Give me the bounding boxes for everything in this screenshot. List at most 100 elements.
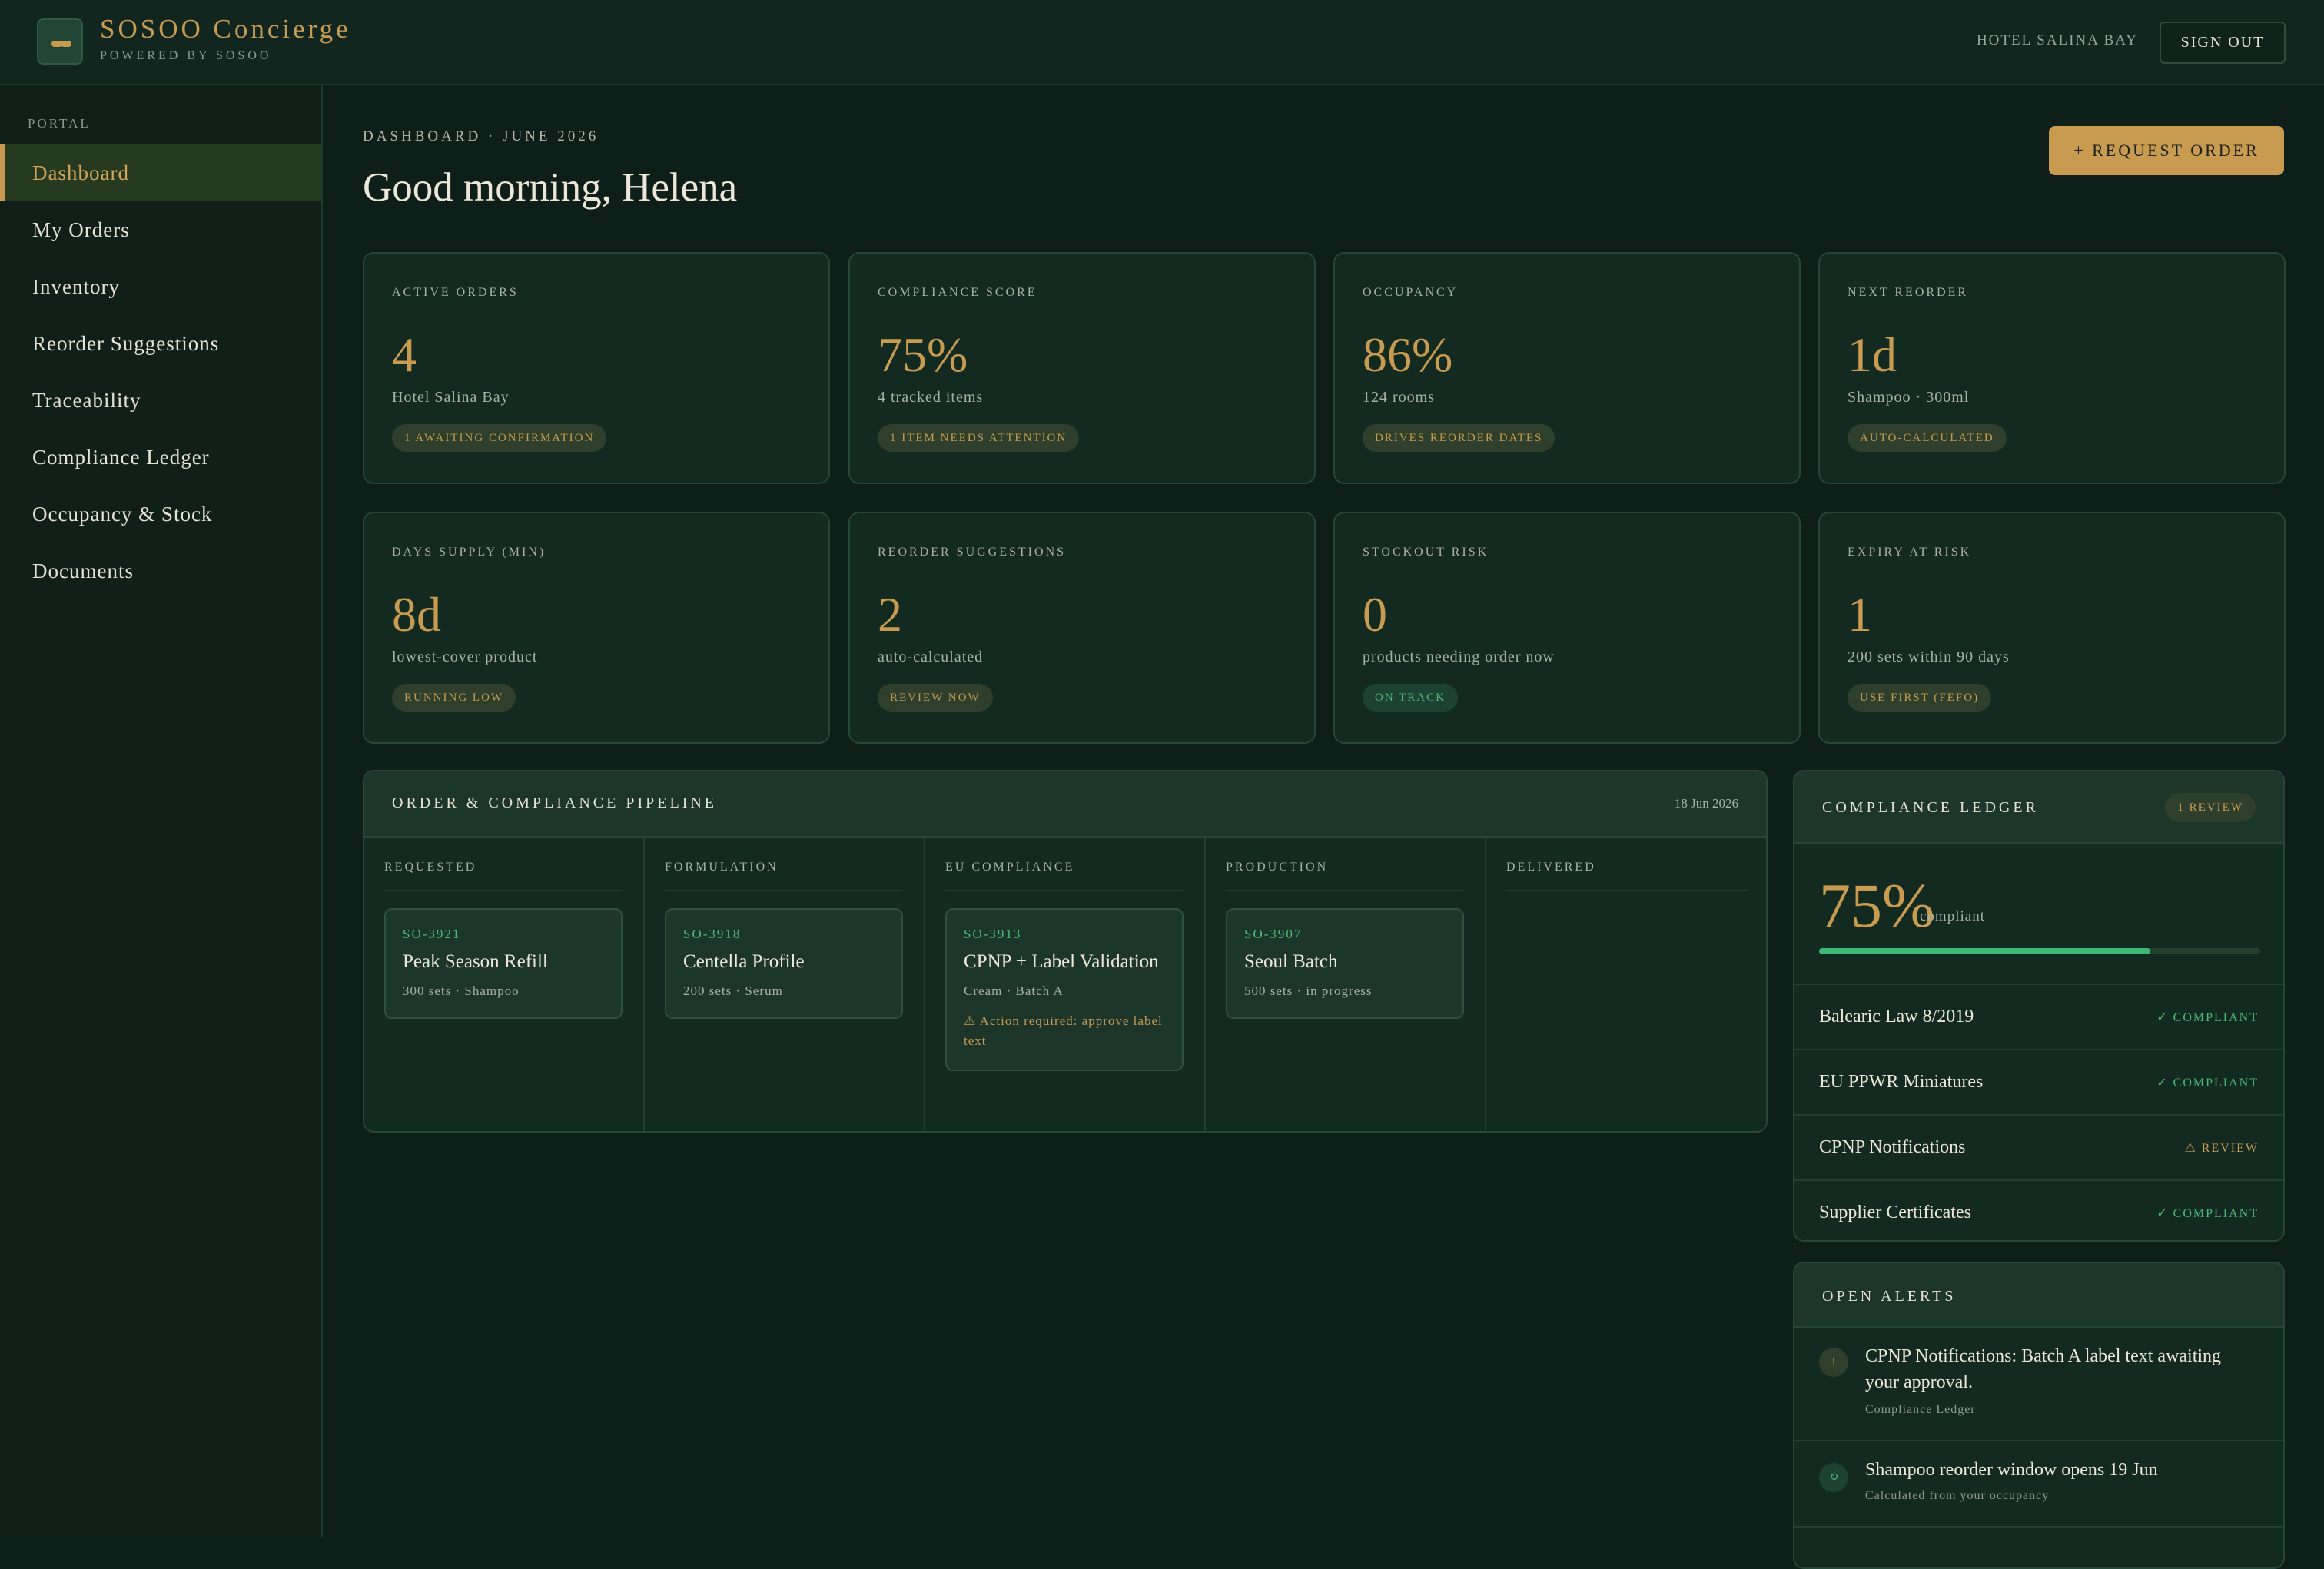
sidebar-item-compliance-ledger[interactable]: Compliance Ledger (0, 429, 321, 486)
brand-subtitle: POWERED BY SOSOO (100, 49, 272, 62)
status-badge: 1 ITEM NEEDS ATTENTION (878, 424, 1080, 452)
sidebar-nav: Dashboard My Orders Inventory Reorder Su… (0, 144, 321, 599)
sidebar: PORTAL Dashboard My Orders Inventory Reo… (0, 85, 323, 1537)
ledger-header: COMPLIANCE LEDGER 1 REVIEW (1794, 771, 2283, 844)
stat-value: 2 (878, 587, 902, 642)
stat-value: 1d (1848, 327, 1897, 382)
ledger-row-name: Supplier Certificates (1819, 1202, 1971, 1222)
order-id: SO-3913 (964, 927, 1022, 941)
order-name: Seoul Batch (1244, 951, 1338, 972)
ledger-list: Balearic Law 8/2019 ✓ COMPLIANT EU PPWR … (1794, 984, 2283, 1240)
sidebar-section-label: PORTAL (28, 116, 91, 131)
top-bar: SOSOO Concierge POWERED BY SOSOO HOTEL S… (0, 0, 2324, 85)
stat-subtext: lowest-cover product (392, 648, 538, 665)
pipeline-title: ORDER & COMPLIANCE PIPELINE (392, 794, 718, 811)
status-badge: 1 REVIEW (2165, 793, 2256, 822)
order-pipeline-panel: ORDER & COMPLIANCE PIPELINE 18 Jun 2026 … (363, 770, 1768, 1133)
ledger-row[interactable]: Balearic Law 8/2019 ✓ COMPLIANT (1794, 984, 2283, 1049)
stat-card-active-orders[interactable]: ACTIVE ORDERS 4 Hotel Salina Bay 1 AWAIT… (363, 252, 830, 484)
status-badge: REVIEW NOW (878, 684, 993, 712)
status-badge: DRIVES REORDER DATES (1363, 424, 1555, 452)
stat-label: REORDER SUGGESTIONS (878, 546, 1067, 559)
sidebar-item-my-orders[interactable]: My Orders (0, 201, 321, 258)
order-card[interactable]: SO-3921 Peak Season Refill 300 sets · Sh… (384, 908, 622, 1019)
stat-card-stockout-risk[interactable]: STOCKOUT RISK 0 products needing order n… (1333, 512, 1801, 744)
exclamation-icon: ! (1819, 1348, 1848, 1377)
alert-item[interactable]: ! CPNP Notifications: Batch A label text… (1794, 1328, 2283, 1441)
ledger-row[interactable]: Supplier Certificates ✓ COMPLIANT (1794, 1179, 2283, 1240)
order-id: SO-3907 (1244, 927, 1303, 941)
stat-value: 1 (1848, 587, 1872, 642)
stat-subtext: 124 rooms (1363, 389, 1435, 406)
order-meta: 300 sets · Shampoo (403, 984, 520, 998)
stat-card-days-supply[interactable]: DAYS SUPPLY (MIN) 8d lowest-cover produc… (363, 512, 830, 744)
compliance-ledger-panel: COMPLIANCE LEDGER 1 REVIEW 75% compliant… (1793, 770, 2285, 1242)
order-name: Peak Season Refill (403, 951, 548, 972)
ledger-row-status: ✓ COMPLIANT (2156, 1011, 2259, 1024)
order-warning: ⚠ Action required: approve label text (964, 1013, 1163, 1048)
stat-card-expiry-at-risk[interactable]: EXPIRY AT RISK 1 200 sets within 90 days… (1818, 512, 2286, 744)
compliance-progress-bar (1819, 948, 2260, 954)
brand-title: SOSOO Concierge (100, 14, 351, 44)
hotel-name: HOTEL SALINA BAY (1976, 32, 2138, 48)
sidebar-item-dashboard[interactable]: Dashboard (0, 144, 321, 201)
sidebar-item-inventory[interactable]: Inventory (0, 258, 321, 315)
pipeline-column-label: PRODUCTION (1226, 861, 1329, 874)
pipeline-column-delivered: DELIVERED (1486, 838, 1766, 1131)
divider (945, 890, 1183, 891)
pipeline-date: 18 Jun 2026 (1674, 796, 1738, 811)
status-badge: RUNNING LOW (392, 684, 516, 712)
stat-label: DAYS SUPPLY (MIN) (392, 546, 546, 559)
divider (1226, 890, 1463, 891)
divider (384, 890, 622, 891)
stat-value: 75% (878, 327, 968, 382)
stat-subtext: Shampoo · 300ml (1848, 389, 1970, 406)
divider (1506, 890, 1748, 891)
sign-out-button[interactable]: SIGN OUT (2160, 22, 2286, 64)
order-card[interactable]: SO-3907 Seoul Batch 500 sets · in progre… (1226, 908, 1464, 1019)
stat-card-compliance-score[interactable]: COMPLIANCE SCORE 75% 4 tracked items 1 I… (848, 252, 1316, 484)
stat-label: EXPIRY AT RISK (1848, 546, 1972, 559)
sidebar-item-documents[interactable]: Documents (0, 542, 321, 599)
ledger-row[interactable]: EU PPWR Miniatures ✓ COMPLIANT (1794, 1049, 2283, 1114)
stat-subtext: Hotel Salina Bay (392, 389, 510, 406)
stat-card-occupancy[interactable]: OCCUPANCY 86% 124 rooms DRIVES REORDER D… (1333, 252, 1801, 484)
alert-source: Calculated from your occupancy (1865, 1489, 2050, 1502)
ledger-row[interactable]: CPNP Notifications ⚠ REVIEW (1794, 1114, 2283, 1179)
request-order-button[interactable]: + REQUEST ORDER (2049, 126, 2284, 175)
stat-value: 86% (1363, 327, 1453, 382)
alert-item[interactable]: ↻ Shampoo reorder window opens 19 Jun Ca… (1794, 1441, 2283, 1528)
order-meta: 200 sets · Serum (683, 984, 783, 998)
status-badge: 1 AWAITING CONFIRMATION (392, 424, 607, 452)
ledger-row-name: CPNP Notifications (1819, 1137, 1966, 1157)
stat-card-next-reorder[interactable]: NEXT REORDER 1d Shampoo · 300ml AUTO-CAL… (1818, 252, 2286, 484)
sidebar-item-traceability[interactable]: Traceability (0, 372, 321, 429)
pipeline-header: ORDER & COMPLIANCE PIPELINE 18 Jun 2026 (364, 771, 1766, 838)
stat-subtext: 200 sets within 90 days (1848, 648, 2010, 665)
stat-value: 4 (392, 327, 417, 382)
pipeline-column-requested: REQUESTED SO-3921 Peak Season Refill 300… (364, 838, 645, 1131)
alert-source: Compliance Ledger (1865, 1403, 1976, 1416)
order-card[interactable]: SO-3913 CPNP + Label Validation Cream · … (945, 908, 1184, 1071)
alert-text: Shampoo reorder window opens 19 Jun (1865, 1460, 2158, 1480)
ledger-title: COMPLIANCE LEDGER (1822, 799, 2039, 816)
sidebar-item-occupancy-stock[interactable]: Occupancy & Stock (0, 486, 321, 542)
ledger-row-name: Balearic Law 8/2019 (1819, 1007, 1974, 1027)
order-name: Centella Profile (683, 951, 805, 972)
logo-icon (37, 18, 83, 65)
stat-label: NEXT REORDER (1848, 286, 1969, 299)
pipeline-column-eu-compliance: EU COMPLIANCE SO-3913 CPNP + Label Valid… (925, 838, 1206, 1131)
ledger-row-status: ⚠ REVIEW (2184, 1142, 2259, 1155)
order-meta: 500 sets · in progress (1244, 984, 1373, 998)
pipeline-column-label: DELIVERED (1506, 861, 1596, 874)
ledger-row-status: ✓ COMPLIANT (2156, 1076, 2259, 1090)
order-id: SO-3918 (683, 927, 742, 941)
ledger-score-label: compliant (1920, 908, 1985, 924)
stat-card-reorder-suggestions[interactable]: REORDER SUGGESTIONS 2 auto-calculated RE… (848, 512, 1316, 744)
sidebar-item-reorder-suggestions[interactable]: Reorder Suggestions (0, 315, 321, 372)
pipeline-column-production: PRODUCTION SO-3907 Seoul Batch 500 sets … (1206, 838, 1486, 1131)
stat-value: 8d (392, 587, 441, 642)
stat-subtext: products needing order now (1363, 648, 1555, 665)
order-card[interactable]: SO-3918 Centella Profile 200 sets · Seru… (665, 908, 903, 1019)
page-title: Good morning, Helena (363, 165, 738, 210)
